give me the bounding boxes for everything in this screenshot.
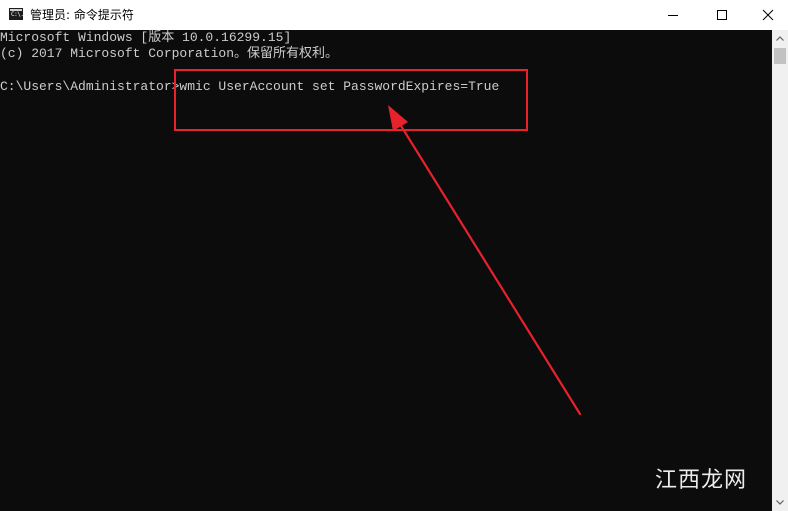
scroll-up-button[interactable] bbox=[772, 30, 788, 47]
title-bar[interactable]: C:\. 管理员: 命令提示符 bbox=[0, 0, 788, 30]
watermark-text: 江西龙网 bbox=[655, 468, 748, 493]
minimize-button[interactable] bbox=[650, 0, 696, 30]
chevron-up-icon bbox=[776, 36, 784, 41]
scrollbar-thumb[interactable] bbox=[774, 48, 786, 64]
console-line-copyright: (c) 2017 Microsoft Corporation。保留所有权利。 bbox=[0, 46, 339, 61]
minimize-icon bbox=[668, 15, 678, 16]
console-app-icon-glyph: C:\. bbox=[11, 11, 24, 18]
command-highlight-box bbox=[174, 69, 528, 131]
console-line-version: Microsoft Windows [版本 10.0.16299.15] bbox=[0, 30, 292, 45]
chevron-down-icon bbox=[776, 500, 784, 505]
vertical-scrollbar[interactable] bbox=[772, 30, 788, 511]
window-title: 管理员: 命令提示符 bbox=[30, 8, 134, 22]
close-button[interactable] bbox=[745, 0, 788, 30]
close-icon bbox=[762, 9, 774, 21]
maximize-button[interactable] bbox=[699, 0, 745, 30]
console-app-icon[interactable]: C:\. bbox=[9, 8, 24, 20]
scroll-down-button[interactable] bbox=[772, 494, 788, 511]
maximize-icon bbox=[717, 10, 727, 20]
command-prompt-window: C:\. 管理员: 命令提示符 Microsoft Windows [版本 10… bbox=[0, 0, 788, 511]
